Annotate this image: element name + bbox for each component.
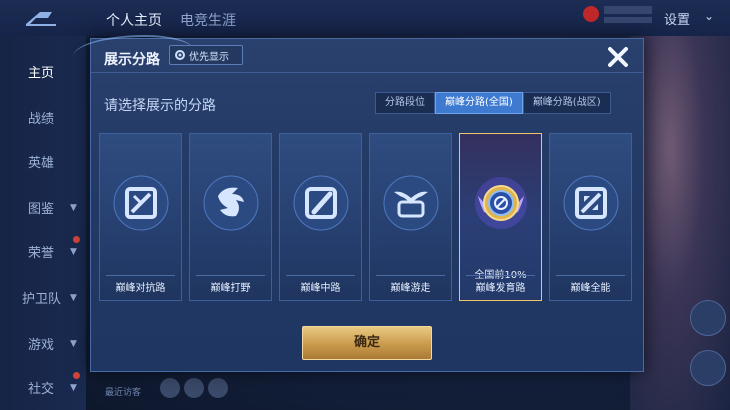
lane-card-label: 巅峰游走 — [390, 283, 431, 294]
card-divider — [466, 275, 535, 276]
lane-card-label: 巅峰打野 — [210, 283, 251, 294]
lane-display-modal: 展示分路 优先显示 请选择展示的分路 分路段位 巅峰分路(全国) 巅峰分路(战区… — [73, 35, 644, 372]
red-dot-icon — [73, 372, 80, 379]
sidebar-item-social[interactable]: 社交 — [28, 378, 54, 397]
sidebar-item-codex[interactable]: 图鉴 — [28, 198, 54, 217]
switch-hero-button[interactable] — [690, 350, 726, 386]
chevron-down-icon[interactable]: ▼ — [70, 293, 77, 303]
tab-profile[interactable]: 个人主页 — [106, 10, 162, 30]
modal-title: 展示分路 — [104, 52, 160, 68]
sidebar-item-honor[interactable]: 荣誉 — [28, 242, 54, 261]
sidebar-item-guard[interactable]: 护卫队 — [22, 288, 61, 307]
confirm-button[interactable]: 确定 — [302, 326, 432, 360]
tab-peak-national[interactable]: 巅峰分路(全国) — [435, 92, 523, 114]
side-action-button[interactable] — [690, 300, 726, 336]
chevron-down-icon[interactable]: ▼ — [70, 339, 77, 349]
settings-button[interactable]: 设置 — [664, 9, 690, 28]
lane-card-marksman[interactable]: 全国前10% 巅峰发育路 — [459, 133, 542, 301]
gear-icon — [175, 50, 185, 60]
crossed-swords-icon — [112, 174, 170, 232]
lane-card-top[interactable]: 巅峰对抗路 — [99, 133, 182, 301]
chevron-down-icon[interactable]: ▼ — [70, 383, 77, 393]
red-dot-icon — [73, 236, 80, 243]
game-logo — [22, 8, 62, 28]
card-divider — [106, 275, 175, 276]
header-divider — [91, 72, 643, 73]
sidebar-item-heroes[interactable]: 英雄 — [28, 152, 54, 171]
lane-card-jungle[interactable]: 巅峰打野 — [189, 133, 272, 301]
visitor-avatar[interactable] — [160, 378, 180, 398]
top-bar: 个人主页 电竞生涯 设置 ⌄ — [0, 0, 730, 36]
chevron-down-icon[interactable]: ▼ — [70, 247, 77, 257]
badge-text-placeholder — [604, 6, 652, 14]
dragon-icon — [202, 174, 260, 232]
lane-card-allround[interactable]: 巅峰全能 — [549, 133, 632, 301]
tab-peak-region[interactable]: 巅峰分路(战区) — [522, 92, 611, 114]
lane-card-label: 巅峰发育路 — [475, 283, 526, 294]
lane-card-label: 巅峰全能 — [570, 283, 611, 294]
card-divider — [556, 275, 625, 276]
close-icon[interactable] — [605, 44, 631, 70]
priority-display-label: 优先显示 — [189, 51, 229, 63]
shield-wings-icon — [382, 174, 440, 232]
sidebar: 主页 战绩 英雄 图鉴 ▼ 荣誉 ▼ 护卫队 ▼ 游戏 ▼ 社交 ▼ — [0, 36, 86, 410]
sidebar-item-home[interactable]: 主页 — [28, 62, 54, 81]
badge-text-placeholder-2 — [604, 17, 652, 23]
visitor-avatar[interactable] — [184, 378, 204, 398]
visitor-avatar[interactable] — [208, 378, 228, 398]
chevron-down-icon[interactable]: ▼ — [70, 203, 77, 213]
slash-staff-icon — [292, 174, 350, 232]
chevron-down-icon[interactable]: ⌄ — [704, 9, 714, 23]
lane-source-tabs: 分路段位 巅峰分路(全国) 巅峰分路(战区) — [375, 92, 611, 114]
tab-lane-rank[interactable]: 分路段位 — [375, 92, 435, 114]
card-divider — [376, 275, 445, 276]
priority-display-button[interactable]: 优先显示 — [169, 45, 243, 65]
all-round-icon — [562, 174, 620, 232]
tab-esports[interactable]: 电竞生涯 — [180, 10, 236, 30]
lane-card-label: 巅峰中路 — [300, 283, 341, 294]
lane-card-support[interactable]: 巅峰游走 — [369, 133, 452, 301]
lane-card-mid[interactable]: 巅峰中路 — [279, 133, 362, 301]
lane-card-label: 巅峰对抗路 — [115, 283, 166, 294]
marksman-badge-icon — [472, 174, 530, 232]
sidebar-item-games[interactable]: 游戏 — [28, 334, 54, 353]
close-button[interactable] — [605, 44, 631, 70]
sidebar-item-record[interactable]: 战绩 — [28, 108, 54, 127]
notification-badge[interactable] — [583, 6, 599, 22]
selection-prompt: 请选择展示的分路 — [104, 98, 216, 114]
card-divider — [196, 275, 265, 276]
card-divider — [286, 275, 355, 276]
recent-visitors-label: 最近访客 — [105, 388, 142, 398]
